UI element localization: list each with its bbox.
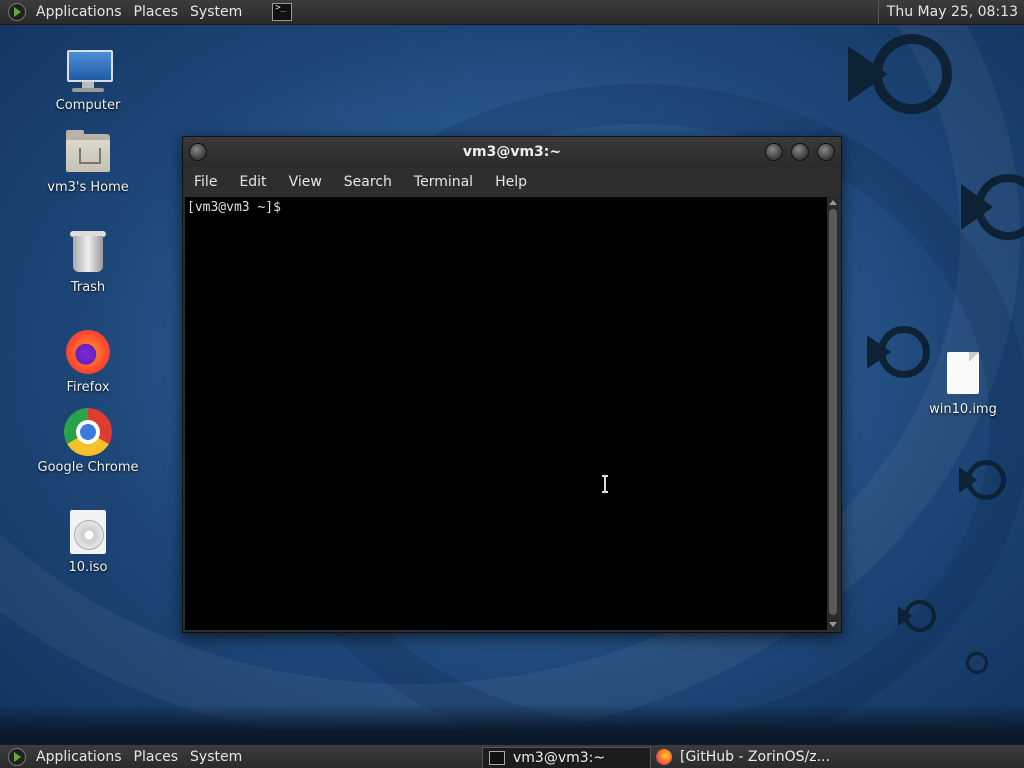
desktop-icon-label: Firefox [66,380,110,395]
text-cursor-icon [602,475,608,493]
zorin-logo-watermark [898,600,936,632]
scroll-up-arrow-icon[interactable] [829,200,837,205]
disc-image-icon [64,508,112,556]
menu-view[interactable]: View [278,174,333,190]
desktop-icon-win10-img[interactable]: win10.img [908,350,1018,417]
clock[interactable]: Thu May 25, 08:13 [877,0,1018,24]
system-menu[interactable]: System [184,745,248,768]
terminal-icon [489,751,505,765]
home-folder-icon [64,128,112,176]
menu-file[interactable]: File [183,174,228,190]
zorin-menu-icon[interactable] [8,748,26,766]
taskbar-item-firefox[interactable]: [GitHub - ZorinOS/z... [650,747,862,767]
menu-edit[interactable]: Edit [228,174,277,190]
terminal-scrollbar[interactable] [827,197,839,630]
desktop-icon-label: vm3's Home [47,180,129,195]
terminal-launcher-icon[interactable] [272,3,293,21]
places-menu[interactable]: Places [128,745,185,768]
desktop-icon-computer[interactable]: Computer [33,46,143,113]
taskbar-item-terminal[interactable]: vm3@vm3:~ [482,747,651,768]
applications-menu[interactable]: Applications [30,0,128,24]
scrollbar-thumb[interactable] [829,209,837,615]
desktop-icon-10-iso[interactable]: 10.iso [33,508,143,575]
desktop-icon-google-chrome[interactable]: Google Chrome [33,408,143,475]
applications-menu[interactable]: Applications [30,745,128,768]
shell-prompt: [vm3@vm3 ~]$ [187,200,281,215]
bottom-panel: Applications Places System vm3@vm3:~ [Gi… [0,744,1024,768]
desktop-icon-label: Trash [70,280,106,295]
firefox-icon [64,328,112,376]
computer-icon [64,46,113,94]
minimize-button[interactable] [765,143,783,161]
places-menu[interactable]: Places [128,0,185,24]
system-menu[interactable]: System [184,0,248,24]
maximize-button[interactable] [791,143,809,161]
desktop-icon-trash[interactable]: Trash [33,228,143,295]
menu-help[interactable]: Help [484,174,538,190]
trash-icon [64,228,112,276]
taskbar-item-label: [GitHub - ZorinOS/z... [680,749,830,765]
wallpaper-grass [0,704,1024,744]
top-panel: Applications Places System Thu May 25, 0… [0,0,1024,25]
close-button[interactable] [817,143,835,161]
file-icon [939,350,987,398]
desktop-icon-label: win10.img [929,402,997,417]
terminal-output[interactable]: [vm3@vm3 ~]$ [185,197,827,630]
window-title: vm3@vm3:~ [462,144,562,160]
firefox-icon [656,749,672,765]
zorin-logo-watermark [848,34,952,114]
zorin-logo-watermark [959,460,1006,500]
desktop-icon-label: 10.iso [68,560,108,575]
terminal-menubar: File Edit View Search Terminal Help [183,167,841,197]
chrome-icon [64,408,112,456]
zorin-menu-icon[interactable] [8,3,26,21]
window-titlebar[interactable]: vm3@vm3:~ [183,137,841,167]
terminal-window: vm3@vm3:~ File Edit View Search Terminal… [182,136,842,633]
desktop-icon-label: Google Chrome [37,460,139,475]
menu-search[interactable]: Search [333,174,403,190]
desktop-icon-label: Computer [55,98,121,113]
desktop-icon-firefox[interactable]: Firefox [33,328,143,395]
desktop-icon-home[interactable]: vm3's Home [33,128,143,195]
menu-terminal[interactable]: Terminal [403,174,484,190]
zorin-logo-watermark [966,652,988,674]
taskbar-item-label: vm3@vm3:~ [513,750,606,766]
scroll-down-arrow-icon[interactable] [829,622,837,627]
